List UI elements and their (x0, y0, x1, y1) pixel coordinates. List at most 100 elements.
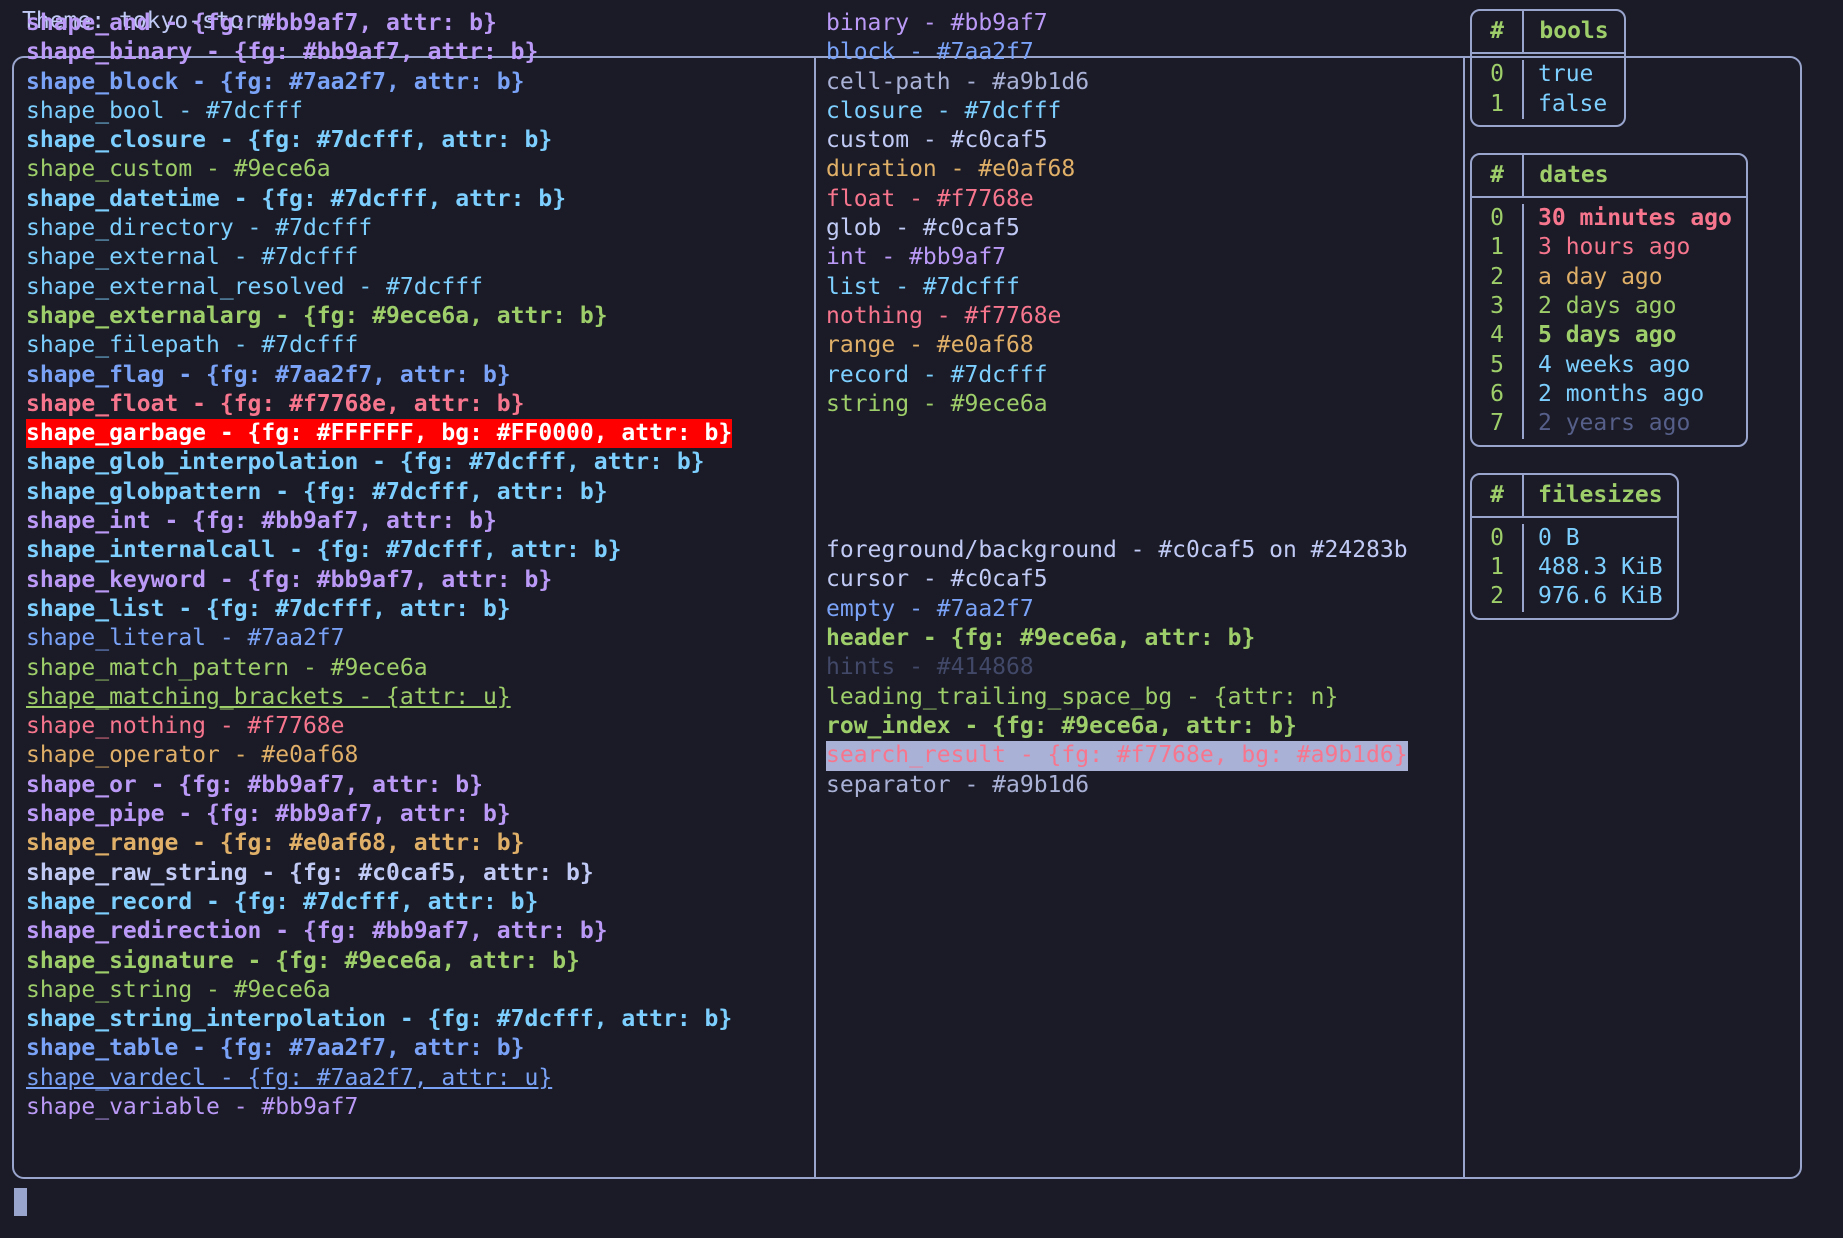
row-value-cell: 2 months ago (1524, 380, 1718, 409)
shape-entry: shape_flag - {fg: #7aa2f7, attr: b} (26, 361, 511, 390)
shape-entry: shape_range - {fg: #e0af68, attr: b} (26, 829, 525, 858)
column-header-index: # (1472, 11, 1524, 52)
table-header-row: #filesizes (1472, 475, 1677, 518)
column-header-value: filesizes (1524, 475, 1677, 516)
table-row: 2a day ago (1472, 263, 1746, 292)
table-row: 32 days ago (1472, 292, 1746, 321)
row-index-cell: 1 (1472, 553, 1524, 582)
row-index-cell: 6 (1472, 380, 1524, 409)
type-entry: custom - #c0caf5 (826, 126, 1048, 155)
shape-entry: shape_glob_interpolation - {fg: #7dcfff,… (26, 448, 705, 477)
ui-element-entry: separator - #a9b1d6 (826, 771, 1089, 800)
type-entry: int - #bb9af7 (826, 243, 1006, 272)
table-row: 0true (1472, 60, 1624, 89)
shape-entry: shape_record - {fg: #7dcfff, attr: b} (26, 888, 538, 917)
table-row: 030 minutes ago (1472, 204, 1746, 233)
shape-entry: shape_filepath - #7dcfff (26, 331, 358, 360)
shape-entry: shape_match_pattern - #9ece6a (26, 654, 428, 683)
ui-element-entry: empty - #7aa2f7 (826, 595, 1034, 624)
ui-element-entry: row_index - {fg: #9ece6a, attr: b} (826, 712, 1297, 741)
row-value-cell: 5 days ago (1524, 321, 1690, 350)
column-divider-2 (1463, 58, 1465, 1177)
table-row: 54 weeks ago (1472, 351, 1746, 380)
table-row: 45 days ago (1472, 321, 1746, 350)
table-header-row: #bools (1472, 11, 1624, 54)
shape-entry: shape_literal - #7aa2f7 (26, 624, 345, 653)
column-header-value: bools (1524, 11, 1624, 52)
ui-element-entry: leading_trailing_space_bg - {attr: n} (826, 683, 1338, 712)
shape-entry: shape_closure - {fg: #7dcfff, attr: b} (26, 126, 552, 155)
row-index-cell: 0 (1472, 204, 1524, 233)
table-bools: #bools0true1false (1470, 9, 1626, 127)
shape-entry: shape_matching_brackets - {attr: u} (26, 683, 511, 712)
type-entry: float - #f7768e (826, 185, 1034, 214)
section-gap (826, 419, 1446, 536)
shape-entry: shape_int - {fg: #bb9af7, attr: b} (26, 507, 497, 536)
shape-entry: shape_variable - #bb9af7 (26, 1093, 358, 1122)
shape-entry: shape_internalcall - {fg: #7dcfff, attr:… (26, 536, 621, 565)
column-header-index: # (1472, 475, 1524, 516)
shape-entry: shape_binary - {fg: #bb9af7, attr: b} (26, 38, 538, 67)
row-index-cell: 3 (1472, 292, 1524, 321)
type-entry: closure - #7dcfff (826, 97, 1061, 126)
shape-entry: shape_list - {fg: #7dcfff, attr: b} (26, 595, 511, 624)
table-row: 1488.3 KiB (1472, 553, 1677, 582)
row-index-cell: 0 (1472, 60, 1524, 89)
shape-entry: shape_operator - #e0af68 (26, 741, 358, 770)
type-entry: range - #e0af68 (826, 331, 1034, 360)
table-dates: #dates 030 minutes ago13 hours ago2a day … (1470, 153, 1748, 447)
table-row: 13 hours ago (1472, 233, 1746, 262)
row-index-cell: 1 (1472, 233, 1524, 262)
row-value-cell: 0 B (1524, 524, 1594, 553)
ui-element-entry: cursor - #c0caf5 (826, 565, 1048, 594)
shape-entry: shape_externalarg - {fg: #9ece6a, attr: … (26, 302, 608, 331)
shape-entry: shape_datetime - {fg: #7dcfff, attr: b} (26, 185, 566, 214)
shape-entry: shape_custom - #9ece6a (26, 155, 331, 184)
row-value-cell: false (1524, 90, 1621, 119)
row-value-cell: 2 years ago (1524, 409, 1704, 438)
table-row: 62 months ago (1472, 380, 1746, 409)
shape-entry: shape_external_resolved - #7dcfff (26, 273, 483, 302)
shape-entry: shape_globpattern - {fg: #7dcfff, attr: … (26, 478, 608, 507)
shape-entry: shape_vardecl - {fg: #7aa2f7, attr: u} (26, 1064, 552, 1093)
row-index-cell: 2 (1472, 582, 1524, 611)
row-index-cell: 1 (1472, 90, 1524, 119)
table-header-row: #dates (1472, 155, 1746, 198)
row-value-cell: 2 days ago (1524, 292, 1690, 321)
column-header-index: # (1472, 155, 1524, 196)
type-entry: duration - #e0af68 (826, 155, 1075, 184)
row-value-cell: 976.6 KiB (1524, 582, 1677, 611)
row-index-cell: 2 (1472, 263, 1524, 292)
shape-entry: shape_block - {fg: #7aa2f7, attr: b} (26, 68, 525, 97)
row-index-cell: 0 (1472, 524, 1524, 553)
row-value-cell: 30 minutes ago (1524, 204, 1746, 233)
row-index-cell: 7 (1472, 409, 1524, 438)
shape-entry: shape_or - {fg: #bb9af7, attr: b} (26, 771, 483, 800)
shape-entry: shape_table - {fg: #7aa2f7, attr: b} (26, 1034, 525, 1063)
ui-element-entry: foreground/background - #c0caf5 on #2428… (826, 536, 1408, 565)
column-divider-1 (814, 58, 816, 1177)
shape-entry: shape_and - {fg: #bb9af7, attr: b} (26, 9, 497, 38)
ui-element-entry: search_result - {fg: #f7768e, bg: #a9b1d… (826, 741, 1408, 770)
row-value-cell: a day ago (1524, 263, 1677, 292)
shape-entry: shape_signature - {fg: #9ece6a, attr: b} (26, 947, 580, 976)
shape-entry: shape_string - #9ece6a (26, 976, 331, 1005)
ui-element-entry: hints - #414868 (826, 653, 1034, 682)
shape-entry: shape_raw_string - {fg: #c0caf5, attr: b… (26, 859, 594, 888)
type-entry: binary - #bb9af7 (826, 9, 1048, 38)
row-value-cell: 4 weeks ago (1524, 351, 1704, 380)
shape-entry: shape_float - {fg: #f7768e, attr: b} (26, 390, 525, 419)
row-index-cell: 5 (1472, 351, 1524, 380)
shape-entry: shape_string_interpolation - {fg: #7dcff… (26, 1005, 732, 1034)
tables-column: #bools0true1false#dates030 minutes ago13… (1470, 9, 1786, 646)
ui-element-entry: header - {fg: #9ece6a, attr: b} (826, 624, 1255, 653)
row-value-cell: true (1524, 60, 1607, 89)
row-index-cell: 4 (1472, 321, 1524, 350)
row-value-cell: 3 hours ago (1524, 233, 1704, 262)
row-value-cell: 488.3 KiB (1524, 553, 1677, 582)
type-entry: block - #7aa2f7 (826, 38, 1034, 67)
type-entry: string - #9ece6a (826, 390, 1048, 419)
type-entry: list - #7dcfff (826, 273, 1020, 302)
shape-entry: shape_external - #7dcfff (26, 243, 358, 272)
shape-entry: shape_nothing - #f7768e (26, 712, 345, 741)
